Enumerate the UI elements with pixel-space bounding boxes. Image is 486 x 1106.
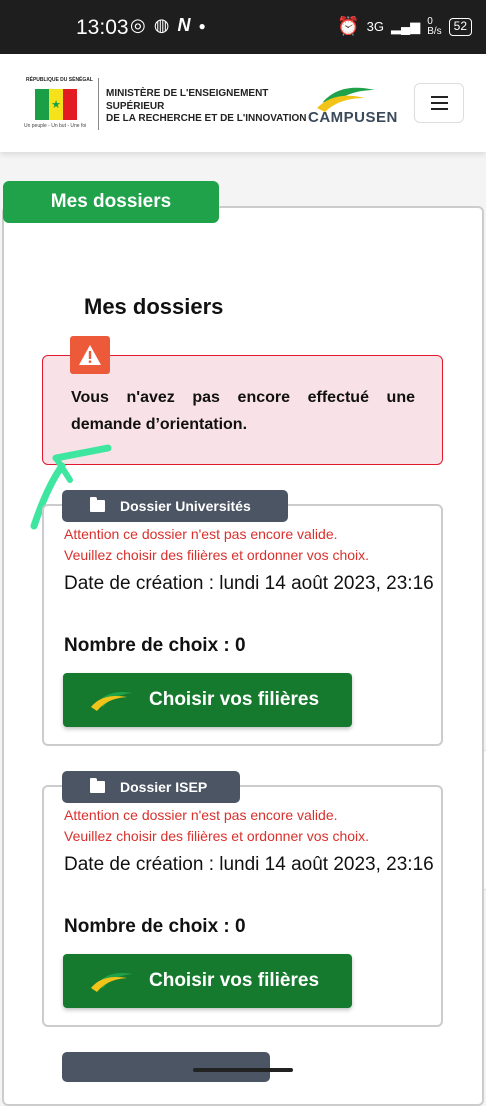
choose-filieres-label: Choisir vos filières (149, 689, 320, 710)
notification-icons: ◎ ◍ N ● (130, 15, 206, 36)
battery-icon: 52 (448, 17, 472, 36)
tab-mes-dossiers[interactable]: Mes dossiers (3, 181, 219, 223)
campusen-mark-icon (91, 973, 133, 992)
ministry-name: MINISTÈRE DE L'ENSEIGNEMENT SUPÉRIEUR DE… (106, 88, 307, 124)
alert-message: Vous n'avez pas encore effectué une dema… (71, 389, 415, 433)
creation-date: Date de création : lundi 14 août 2023, 2… (64, 854, 434, 875)
folder-icon (90, 497, 105, 512)
choice-count: Nombre de choix : 0 (64, 635, 246, 656)
folder-icon (90, 778, 105, 793)
republic-label: RÉPUBLIQUE DU SÉNÉGAL (26, 77, 93, 83)
speed-indicator: 0 B/s (427, 15, 442, 37)
status-bar: 13:03 ◎ ◍ N ● ⏰ 3G ▂▄▆ 0 B/s 52 (0, 0, 486, 54)
choice-count: Nombre de choix : 0 (64, 916, 246, 937)
motto-label: Un peuple - Un but - Une foi (24, 123, 87, 129)
dot-icon: ● (198, 18, 206, 33)
chat-icon: ◍ (153, 15, 170, 35)
choose-filieres-button[interactable]: Choisir vos filières (63, 673, 352, 727)
menu-button[interactable] (414, 83, 464, 123)
creation-date: Date de création : lundi 14 août 2023, 2… (64, 573, 434, 594)
header-divider (98, 78, 99, 130)
dossier-card-universites: Attention ce dossier n'est pas encore va… (42, 504, 443, 746)
hamburger-icon (430, 96, 448, 98)
signal-icon: ▂▄▆ (390, 18, 421, 34)
dossier-tag-partial (62, 1052, 270, 1082)
dossier-tag-isep: Dossier ISEP (62, 771, 240, 803)
whatsapp-icon: ◎ (130, 15, 146, 35)
dossier-card-isep: Attention ce dossier n'est pas encore va… (42, 785, 443, 1027)
choose-filieres-label: Choisir vos filières (149, 970, 320, 991)
senegal-flag-icon: ★ (35, 89, 77, 120)
dossier-tag-universites: Dossier Universités (62, 490, 288, 522)
page-title: Mes dossiers (84, 294, 224, 319)
status-right: ⏰ 3G ▂▄▆ 0 B/s 52 (337, 16, 472, 37)
status-time: 13:03 (76, 16, 129, 39)
dossier-warning: Attention ce dossier n'est pas encore va… (64, 526, 370, 563)
site-header: RÉPUBLIQUE DU SÉNÉGAL ★ Un peuple - Un b… (0, 54, 486, 152)
dossier-warning: Attention ce dossier n'est pas encore va… (64, 807, 370, 844)
warning-icon (70, 336, 110, 374)
alarm-icon: ⏰ (337, 16, 360, 36)
home-indicator[interactable] (193, 1068, 293, 1072)
network-label: 3G (366, 19, 384, 34)
choose-filieres-button[interactable]: Choisir vos filières (63, 954, 352, 1008)
campusen-mark-icon (91, 692, 133, 711)
n-app-icon: N (177, 15, 191, 35)
brand-name: CAMPUSEN (308, 109, 398, 126)
